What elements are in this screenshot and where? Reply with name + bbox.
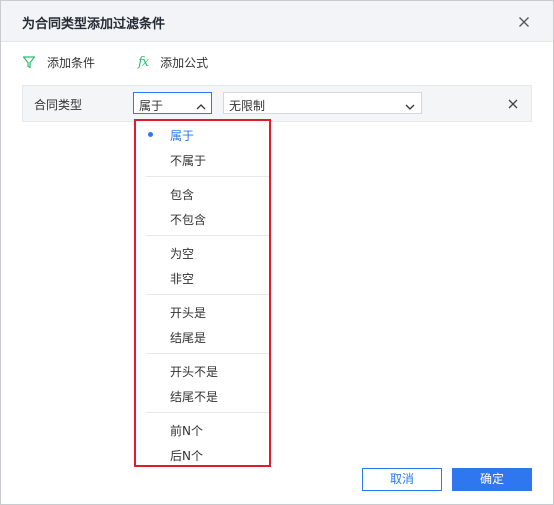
- operator-select[interactable]: 属于: [133, 92, 212, 114]
- option-label: 结尾不是: [170, 390, 219, 404]
- option-label: 为空: [170, 247, 195, 261]
- divider: [146, 176, 269, 177]
- formula-icon: fx: [138, 54, 149, 70]
- divider: [146, 412, 269, 413]
- option-label: 不包含: [170, 213, 207, 227]
- operator-option-not-ends-with[interactable]: 结尾不是: [136, 384, 269, 406]
- option-label: 开头是: [170, 306, 207, 320]
- operator-option-not-starts-with[interactable]: 开头不是: [136, 359, 269, 381]
- divider: [146, 294, 269, 295]
- option-label: 非空: [170, 272, 195, 286]
- ok-button[interactable]: 确定: [452, 468, 532, 491]
- operator-option-top-n[interactable]: 前N个: [136, 418, 269, 440]
- add-formula-button[interactable]: fx 添加公式: [138, 53, 208, 71]
- operator-dropdown: 属于 不属于 包含 不包含 为空 非空 开头是 结尾是 开头不是 结尾不是 前N…: [134, 119, 271, 467]
- operator-option-empty[interactable]: 为空: [136, 241, 269, 263]
- operator-option-not-contains[interactable]: 不包含: [136, 207, 269, 229]
- remove-condition-icon[interactable]: [506, 96, 520, 110]
- dialog-header: 为合同类型添加过滤条件: [1, 1, 553, 42]
- option-label: 不属于: [170, 154, 207, 168]
- divider: [146, 353, 269, 354]
- field-name: 合同类型: [34, 98, 83, 112]
- option-label: 结尾是: [170, 331, 207, 345]
- operator-option-bottom-n[interactable]: 后N个: [136, 443, 269, 465]
- option-label: 属于: [170, 129, 195, 143]
- operator-option-not-belongs[interactable]: 不属于: [136, 148, 269, 170]
- operator-option-contains[interactable]: 包含: [136, 182, 269, 204]
- operator-option-starts-with[interactable]: 开头是: [136, 300, 269, 322]
- chevron-down-icon: [404, 98, 416, 110]
- close-icon[interactable]: [515, 13, 533, 31]
- filter-icon: [22, 55, 36, 69]
- selected-dot-icon: [148, 132, 153, 137]
- operator-value: 属于: [139, 99, 164, 113]
- option-label: 后N个: [170, 449, 203, 463]
- dialog: [0, 0, 554, 505]
- value-select[interactable]: 无限制: [223, 92, 422, 114]
- operator-option-belongs[interactable]: 属于: [136, 123, 269, 145]
- dialog-title: 为合同类型添加过滤条件: [22, 17, 166, 32]
- add-condition-button[interactable]: 添加条件: [22, 53, 95, 71]
- operator-option-ends-with[interactable]: 结尾是: [136, 325, 269, 347]
- option-label: 开头不是: [170, 365, 219, 379]
- cancel-button[interactable]: 取消: [362, 468, 442, 491]
- value-text: 无限制: [229, 99, 266, 113]
- chevron-up-icon: [195, 98, 207, 110]
- option-label: 前N个: [170, 424, 203, 438]
- condition-row: 合同类型 属于 无限制: [22, 85, 532, 122]
- divider: [146, 235, 269, 236]
- add-formula-label: 添加公式: [160, 55, 209, 70]
- option-label: 包含: [170, 188, 195, 202]
- operator-option-not-empty[interactable]: 非空: [136, 266, 269, 288]
- add-condition-label: 添加条件: [47, 55, 96, 70]
